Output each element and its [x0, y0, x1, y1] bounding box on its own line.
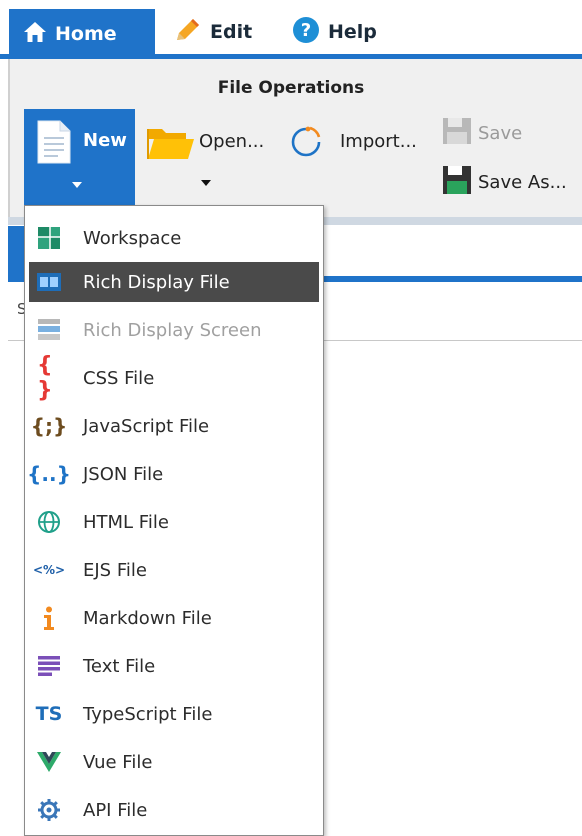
- tab-help[interactable]: ? Help: [278, 9, 398, 55]
- globe-icon: [37, 510, 61, 534]
- help-icon: ?: [292, 16, 320, 49]
- menu-item-label: JavaScript File: [83, 415, 210, 437]
- menu-item-markdown-file[interactable]: Markdown File: [29, 598, 319, 638]
- menu-item-label: EJS File: [83, 559, 147, 581]
- ejs-icon: <%>: [32, 563, 66, 577]
- new-dropdown-caret-icon[interactable]: [72, 182, 82, 188]
- menu-item-javascript-file[interactable]: {;} JavaScript File: [29, 406, 319, 446]
- save-button[interactable]: Save: [478, 123, 522, 144]
- new-button[interactable]: [24, 109, 135, 205]
- rich-screen-icon: [37, 318, 61, 342]
- workspace-icon: [37, 226, 61, 250]
- menu-item-label: API File: [83, 799, 148, 821]
- menu-item-typescript-file[interactable]: TS TypeScript File: [29, 694, 319, 734]
- menu-item-api-file[interactable]: API File: [29, 790, 319, 830]
- save-as-disk-icon[interactable]: [442, 165, 472, 199]
- menu-item-label: Vue File: [83, 751, 153, 773]
- import-icon[interactable]: [289, 125, 323, 163]
- menu-item-label: HTML File: [83, 511, 169, 533]
- menu-item-label: Markdown File: [83, 607, 212, 629]
- css-braces-icon: { }: [37, 353, 53, 403]
- gear-icon: [37, 798, 61, 822]
- document-tab-edge: [8, 226, 24, 276]
- info-icon: [37, 606, 61, 630]
- menu-item-ejs-file[interactable]: <%> EJS File: [29, 550, 319, 590]
- new-dropdown-menu: Workspace Rich Display File Rich Display…: [24, 205, 324, 836]
- menu-item-label: Text File: [83, 655, 156, 677]
- menu-item-json-file[interactable]: {..} JSON File: [27, 454, 319, 494]
- pencil-icon: [174, 17, 202, 48]
- open-folder-icon[interactable]: [146, 123, 196, 165]
- vue-icon: [37, 750, 61, 774]
- menu-item-label: Rich Display Screen: [83, 319, 262, 341]
- js-braces-icon: {;}: [30, 414, 68, 438]
- menu-item-label: TypeScript File: [83, 703, 213, 725]
- open-dropdown-caret-icon[interactable]: [201, 180, 211, 186]
- menu-item-rich-display-file[interactable]: Rich Display File: [29, 262, 319, 302]
- rich-display-icon: [37, 270, 61, 294]
- menu-item-label: JSON File: [83, 463, 164, 485]
- ribbon-tab-bar: Home Edit ? Help: [0, 0, 582, 59]
- menu-item-html-file[interactable]: HTML File: [29, 502, 319, 542]
- new-document-icon: [36, 119, 72, 169]
- menu-item-css-file[interactable]: { } CSS File: [29, 353, 319, 403]
- menu-item-text-file[interactable]: Text File: [29, 646, 319, 686]
- tab-home[interactable]: Home: [9, 9, 155, 59]
- group-title: File Operations: [217, 78, 365, 98]
- save-disk-icon[interactable]: [442, 117, 472, 149]
- menu-item-label: Workspace: [83, 227, 182, 249]
- svg-text:?: ?: [301, 20, 311, 41]
- menu-item-vue-file[interactable]: Vue File: [29, 742, 319, 782]
- text-lines-icon: [37, 654, 61, 678]
- menu-item-label: Rich Display File: [83, 271, 230, 293]
- ts-icon: TS: [35, 703, 63, 725]
- tab-home-label: Home: [55, 23, 117, 45]
- new-button-label: New: [83, 130, 127, 151]
- save-as-button[interactable]: Save As...: [478, 172, 567, 193]
- menu-item-workspace[interactable]: Workspace: [29, 218, 319, 258]
- home-icon: [23, 21, 47, 48]
- menu-item-rich-display-screen[interactable]: Rich Display Screen: [29, 310, 319, 350]
- tab-edit-label: Edit: [210, 21, 253, 43]
- open-button[interactable]: Open...: [199, 131, 264, 152]
- menu-item-label: CSS File: [83, 367, 155, 389]
- tab-edit[interactable]: Edit: [160, 9, 270, 55]
- tab-help-label: Help: [328, 21, 377, 43]
- import-button[interactable]: Import...: [340, 131, 417, 152]
- json-braces-icon: {..}: [27, 462, 71, 486]
